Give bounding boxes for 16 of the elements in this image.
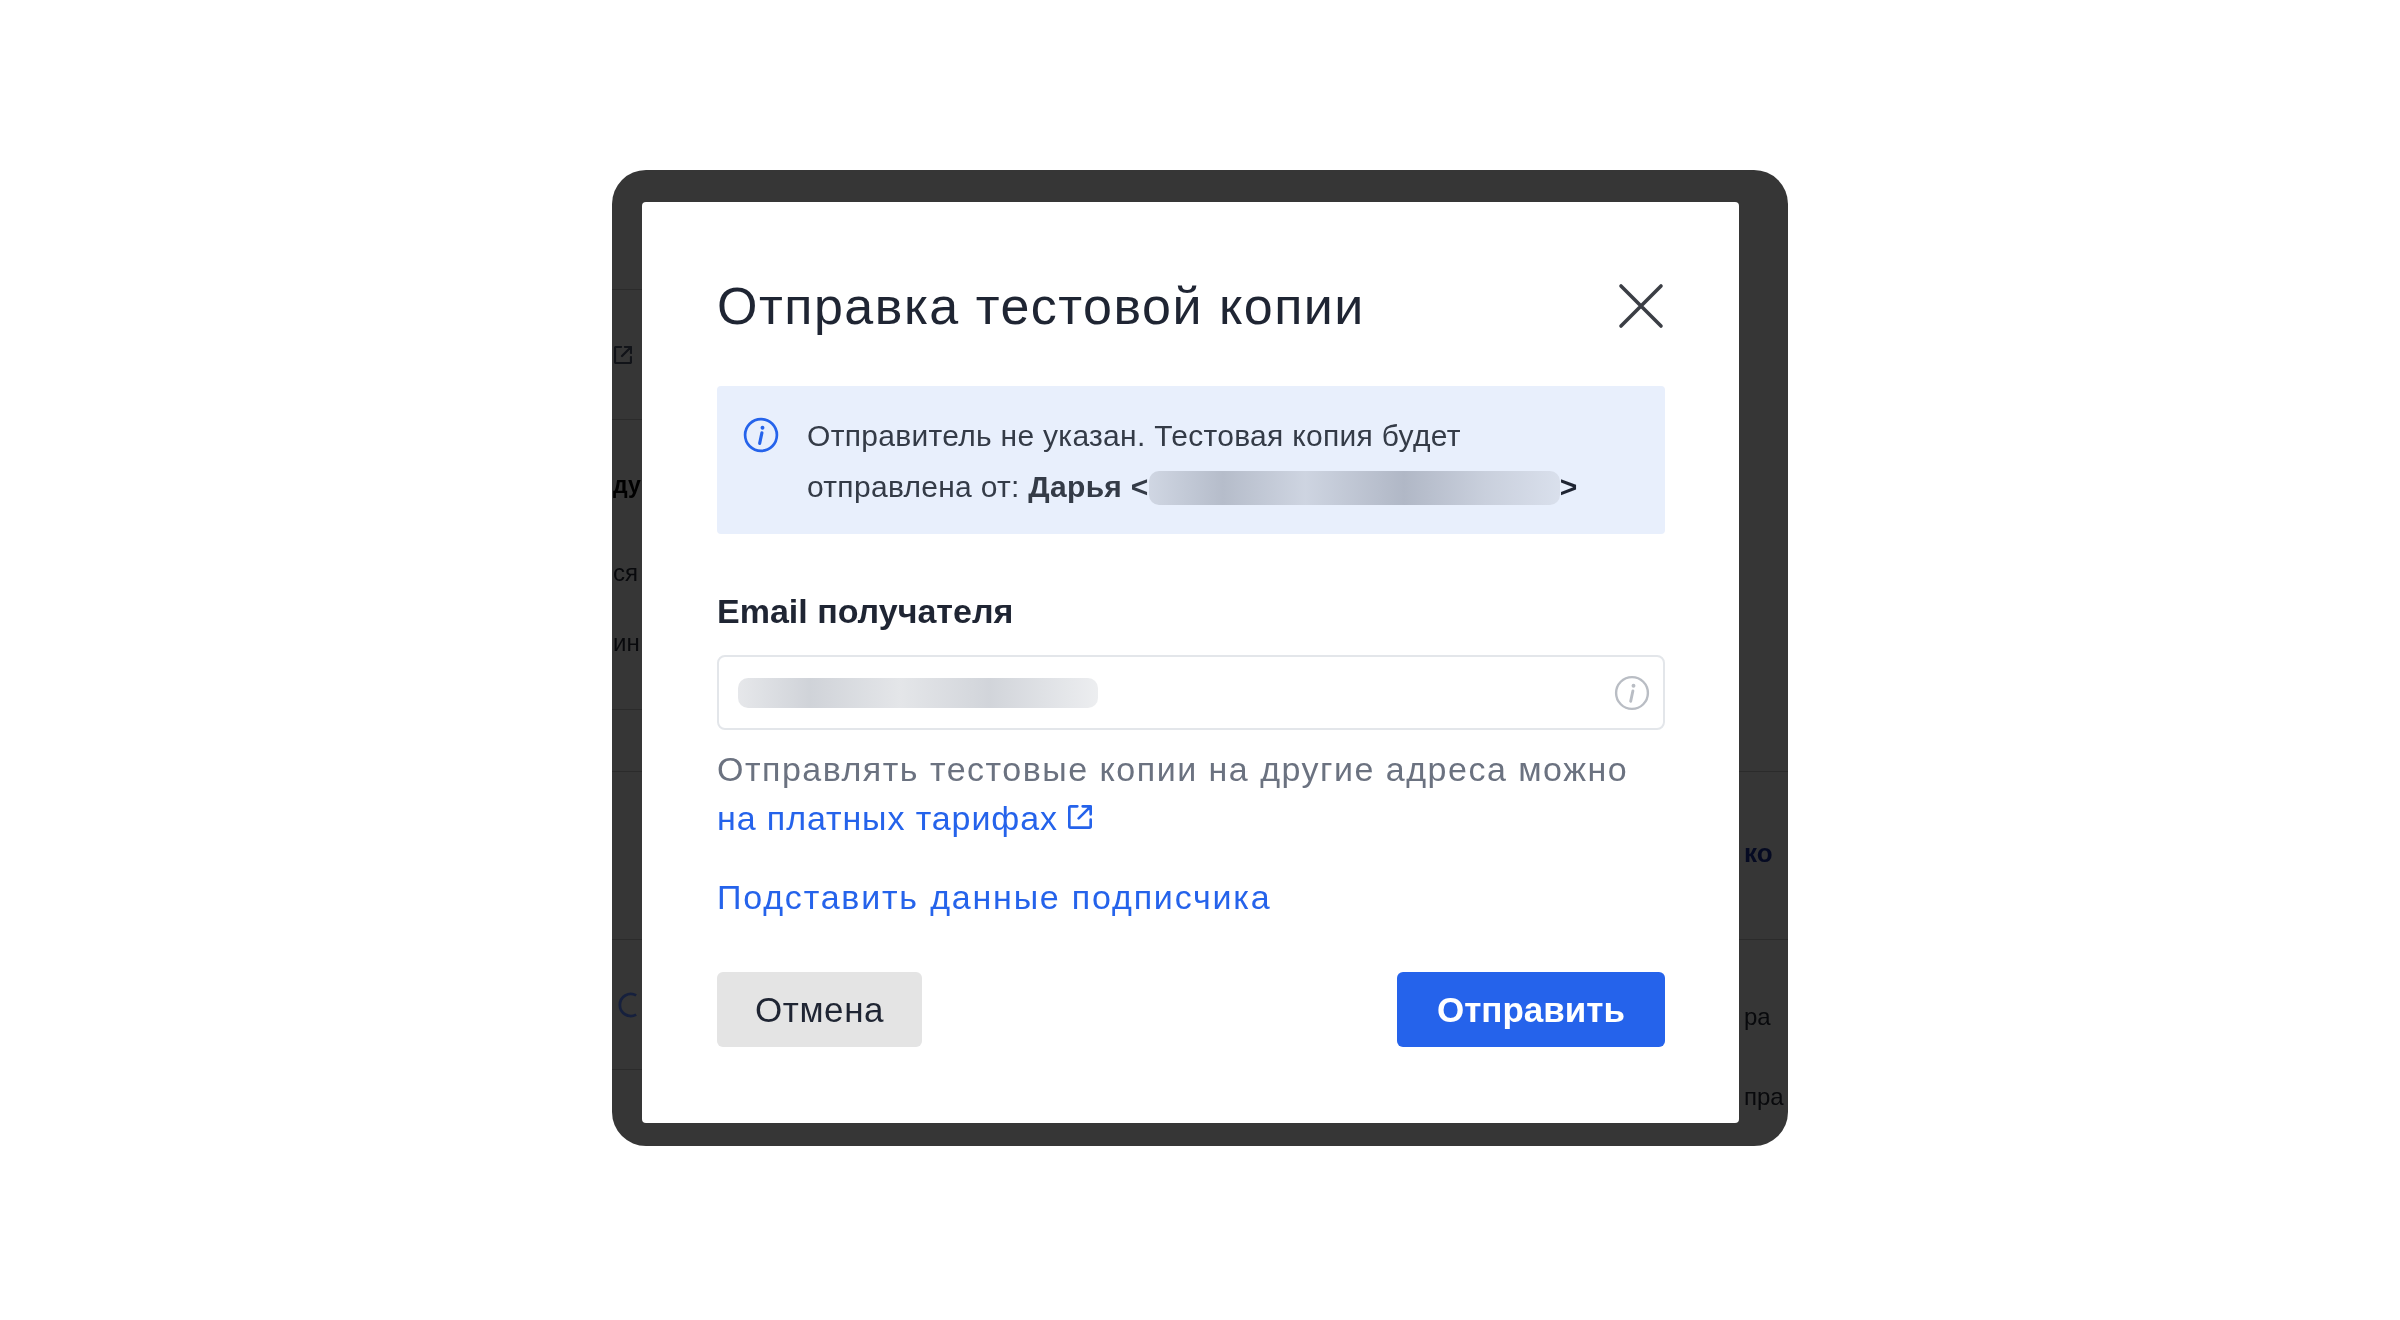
hint-text: Отправлять тестовые копии на другие адреса можно на платных тарифах: [717, 749, 1630, 839]
ring-icon: [616, 990, 638, 1019]
external-link-icon: [614, 345, 632, 364]
send-button[interactable]: Отправить: [1396, 972, 1665, 1047]
notice-text: Отправитель не указан. Тестовая копия будет отправлена от: Дарья < >: [807, 418, 1579, 507]
info-icon: [1614, 674, 1650, 711]
email-field[interactable]: [717, 655, 1665, 730]
cancel-button[interactable]: Отмена: [717, 972, 923, 1047]
dialog-title: Отправка тестовой копии: [717, 276, 1365, 337]
fill-subscriber-link[interactable]: Подставить данные подписчика: [717, 873, 1272, 922]
field-label: Email получателя: [717, 591, 1014, 631]
pricing-link[interactable]: на платных тарифах: [717, 799, 1092, 837]
external-link-icon: [1067, 805, 1092, 829]
close-button[interactable]: [1618, 283, 1664, 329]
close-icon: [1618, 283, 1664, 329]
info-icon: [743, 417, 779, 453]
